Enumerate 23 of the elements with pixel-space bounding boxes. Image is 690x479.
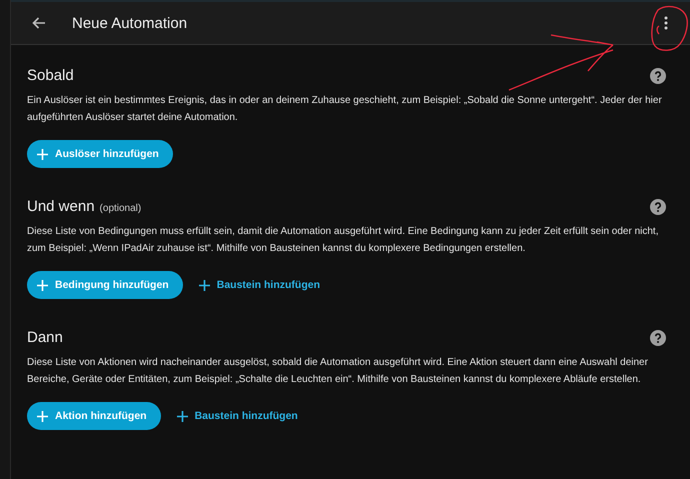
help-icon[interactable] xyxy=(650,330,666,346)
add-block-button[interactable]: Baustein hinzufügen xyxy=(194,279,324,291)
section-title: Und wenn xyxy=(27,198,95,215)
section-description: Diese Liste von Bedingungen muss erfüllt sein, damit die Automation ausgeführt wird. Eine Bedingung kann zu jeder Zeit erfüllt sein oder nicht, zum Beispiel: „Wenn IPadAir zuhause ist“. Mithilfe von Bausteinen kannst du komplexere Bedingungen erstellen. xyxy=(27,225,660,256)
add-button[interactable]: Aktion hinzufügen xyxy=(27,402,161,430)
page-title: Neue Automation xyxy=(72,14,188,32)
help-icon[interactable] xyxy=(650,68,666,84)
section-title: Dann xyxy=(27,329,63,346)
help-icon[interactable] xyxy=(650,198,666,214)
add-button[interactable]: Auslöser hinzufügen xyxy=(27,140,173,168)
plus-icon xyxy=(176,410,188,422)
back-icon[interactable] xyxy=(32,17,46,29)
add-block-button[interactable]: Baustein hinzufügen xyxy=(172,410,302,422)
plus-icon xyxy=(198,280,210,290)
plus-icon xyxy=(37,148,48,160)
section-description: Diese Liste von Aktionen wird nacheinander ausgelöst, sobald die Automation ausgeführt wird. Eine Aktion steuert dann eine Auswahl deiner Bereiche, Geräte oder Entitäten, zum Beispiel: „Schalte die Leuchten ein“. Mithilfe von Bausteinen kannst du komplexere Abläufe erstellen. xyxy=(27,356,649,387)
plus-icon xyxy=(37,410,48,422)
section-note: (optional) xyxy=(100,202,142,214)
section-title: Sobald xyxy=(27,67,74,84)
add-button[interactable]: Bedingung hinzufügen xyxy=(27,271,183,299)
section-description: Ein Auslöser ist ein bestimmtes Ereignis, das in oder an deinem Zuhause geschieht, zum Beispiel: „Sobald die Sonne untergeht“. Jeder der hier aufgeführten Auslöser startet deine Automation. xyxy=(27,94,663,125)
plus-icon xyxy=(37,280,48,290)
more-icon[interactable] xyxy=(664,16,668,30)
